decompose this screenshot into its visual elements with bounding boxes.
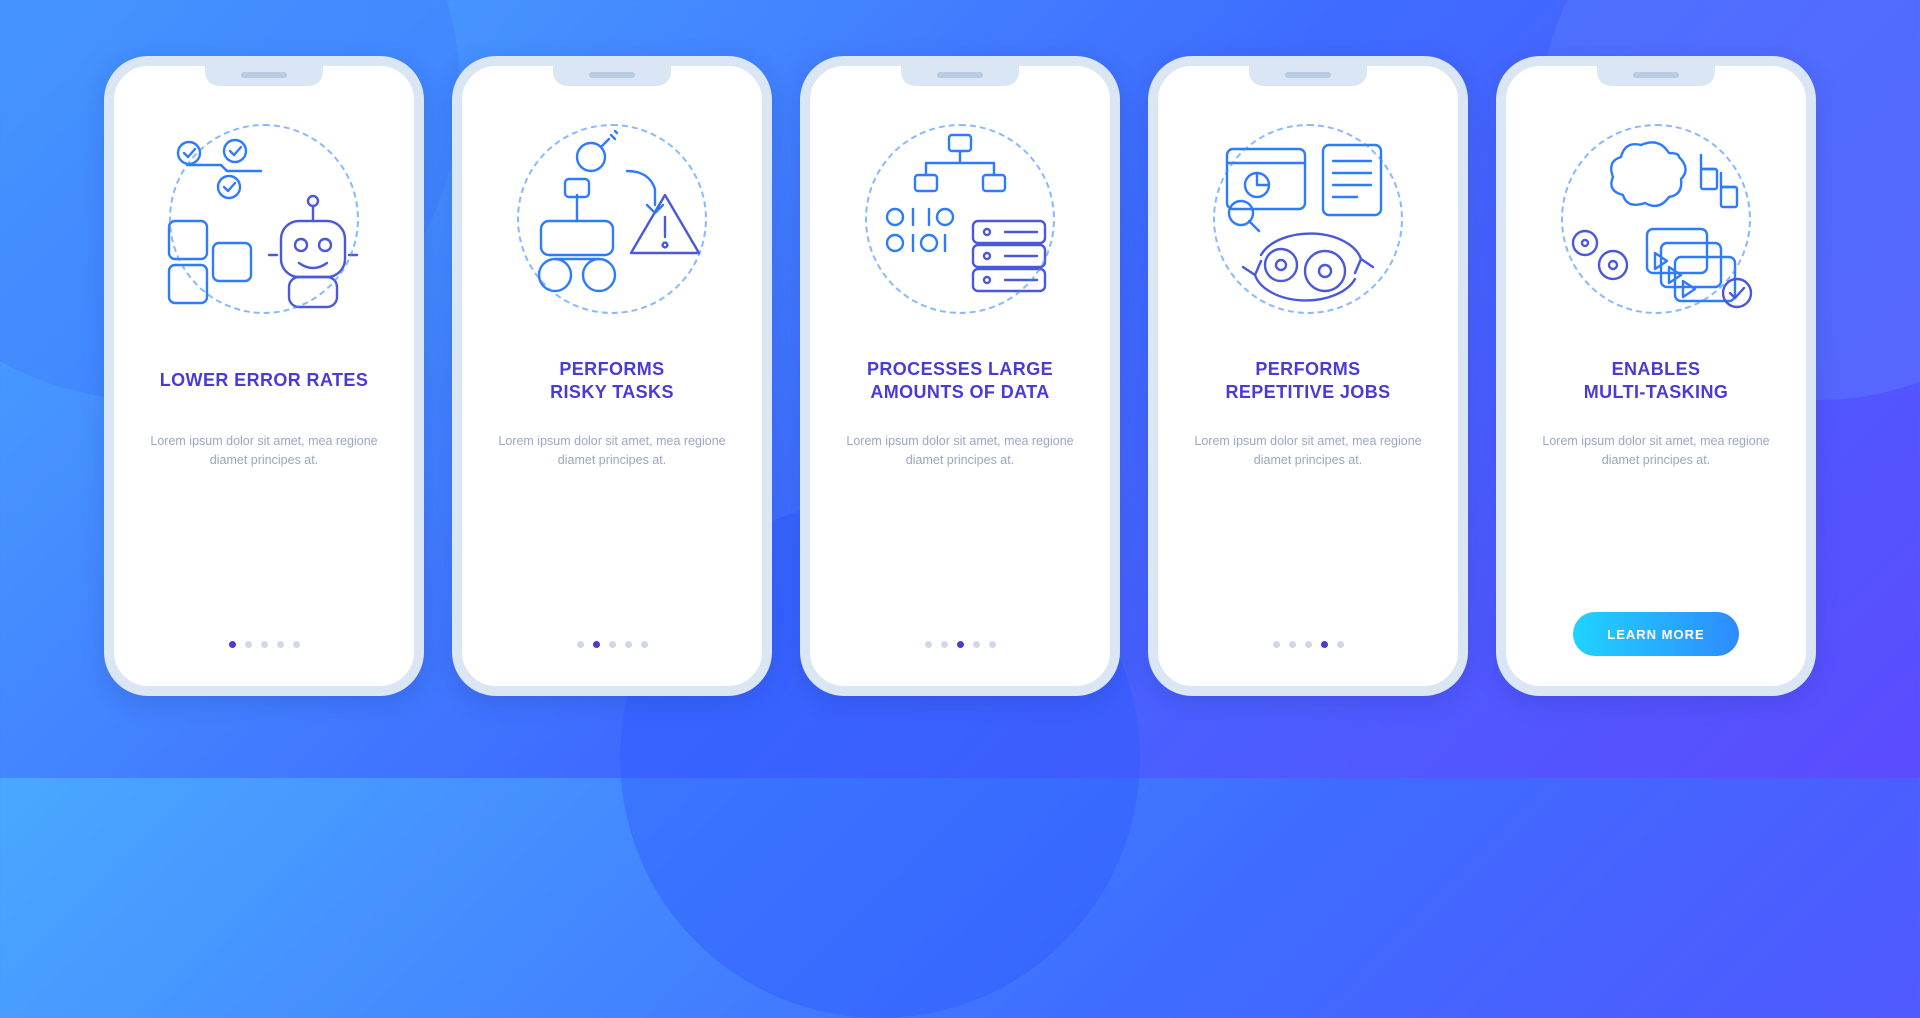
screen-body: Lorem ipsum dolor sit amet, mea regione … [1541,432,1771,471]
robot-checklist-icon [154,120,374,320]
dot[interactable] [625,641,632,648]
dot[interactable] [577,641,584,648]
pagination-dots[interactable] [1273,641,1344,656]
onboarding-screen-3: PROCESSES LARGE AMOUNTS OF DATA Lorem ip… [800,56,1120,696]
onboarding-screen-2: PERFORMS RISKY TASKS Lorem ipsum dolor s… [452,56,772,696]
dot[interactable] [609,641,616,648]
rover-warning-icon [502,120,722,320]
dot[interactable] [989,641,996,648]
dot[interactable] [293,641,300,648]
dot[interactable] [973,641,980,648]
screen-title: PROCESSES LARGE AMOUNTS OF DATA [867,356,1053,406]
dot[interactable] [1305,641,1312,648]
dot[interactable] [229,641,236,648]
pagination-dots[interactable] [229,641,300,656]
screen-body: Lorem ipsum dolor sit amet, mea regione … [1193,432,1423,471]
gears-reports-icon [1198,120,1418,320]
dot[interactable] [941,641,948,648]
screen-body: Lorem ipsum dolor sit amet, mea regione … [845,432,1075,471]
phone-notch [1597,66,1715,86]
dot[interactable] [277,641,284,648]
dot[interactable] [1273,641,1280,648]
pagination-dots[interactable] [925,641,996,656]
dot[interactable] [1337,641,1344,648]
screen-title: PERFORMS REPETITIVE JOBS [1225,356,1390,406]
onboarding-screen-5: ENABLES MULTI-TASKING Lorem ipsum dolor … [1496,56,1816,696]
phone-notch [205,66,323,86]
onboarding-carousel: LOWER ERROR RATES Lorem ipsum dolor sit … [0,0,1920,736]
screen-title: LOWER ERROR RATES [160,356,368,406]
dot[interactable] [593,641,600,648]
learn-more-button[interactable]: LEARN MORE [1573,612,1738,656]
dot[interactable] [957,641,964,648]
dot[interactable] [641,641,648,648]
onboarding-screen-1: LOWER ERROR RATES Lorem ipsum dolor sit … [104,56,424,696]
screen-title: PERFORMS RISKY TASKS [550,356,674,406]
dot[interactable] [245,641,252,648]
brain-windows-icon [1546,120,1766,320]
phone-notch [1249,66,1367,86]
onboarding-screen-4: PERFORMS REPETITIVE JOBS Lorem ipsum dol… [1148,56,1468,696]
screen-body: Lorem ipsum dolor sit amet, mea regione … [497,432,727,471]
phone-notch [901,66,1019,86]
phone-notch [553,66,671,86]
pagination-dots[interactable] [577,641,648,656]
dot[interactable] [1321,641,1328,648]
screen-body: Lorem ipsum dolor sit amet, mea regione … [149,432,379,471]
dot[interactable] [925,641,932,648]
screen-title: ENABLES MULTI-TASKING [1584,356,1729,406]
dot[interactable] [1289,641,1296,648]
dot[interactable] [261,641,268,648]
binary-database-icon [850,120,1070,320]
